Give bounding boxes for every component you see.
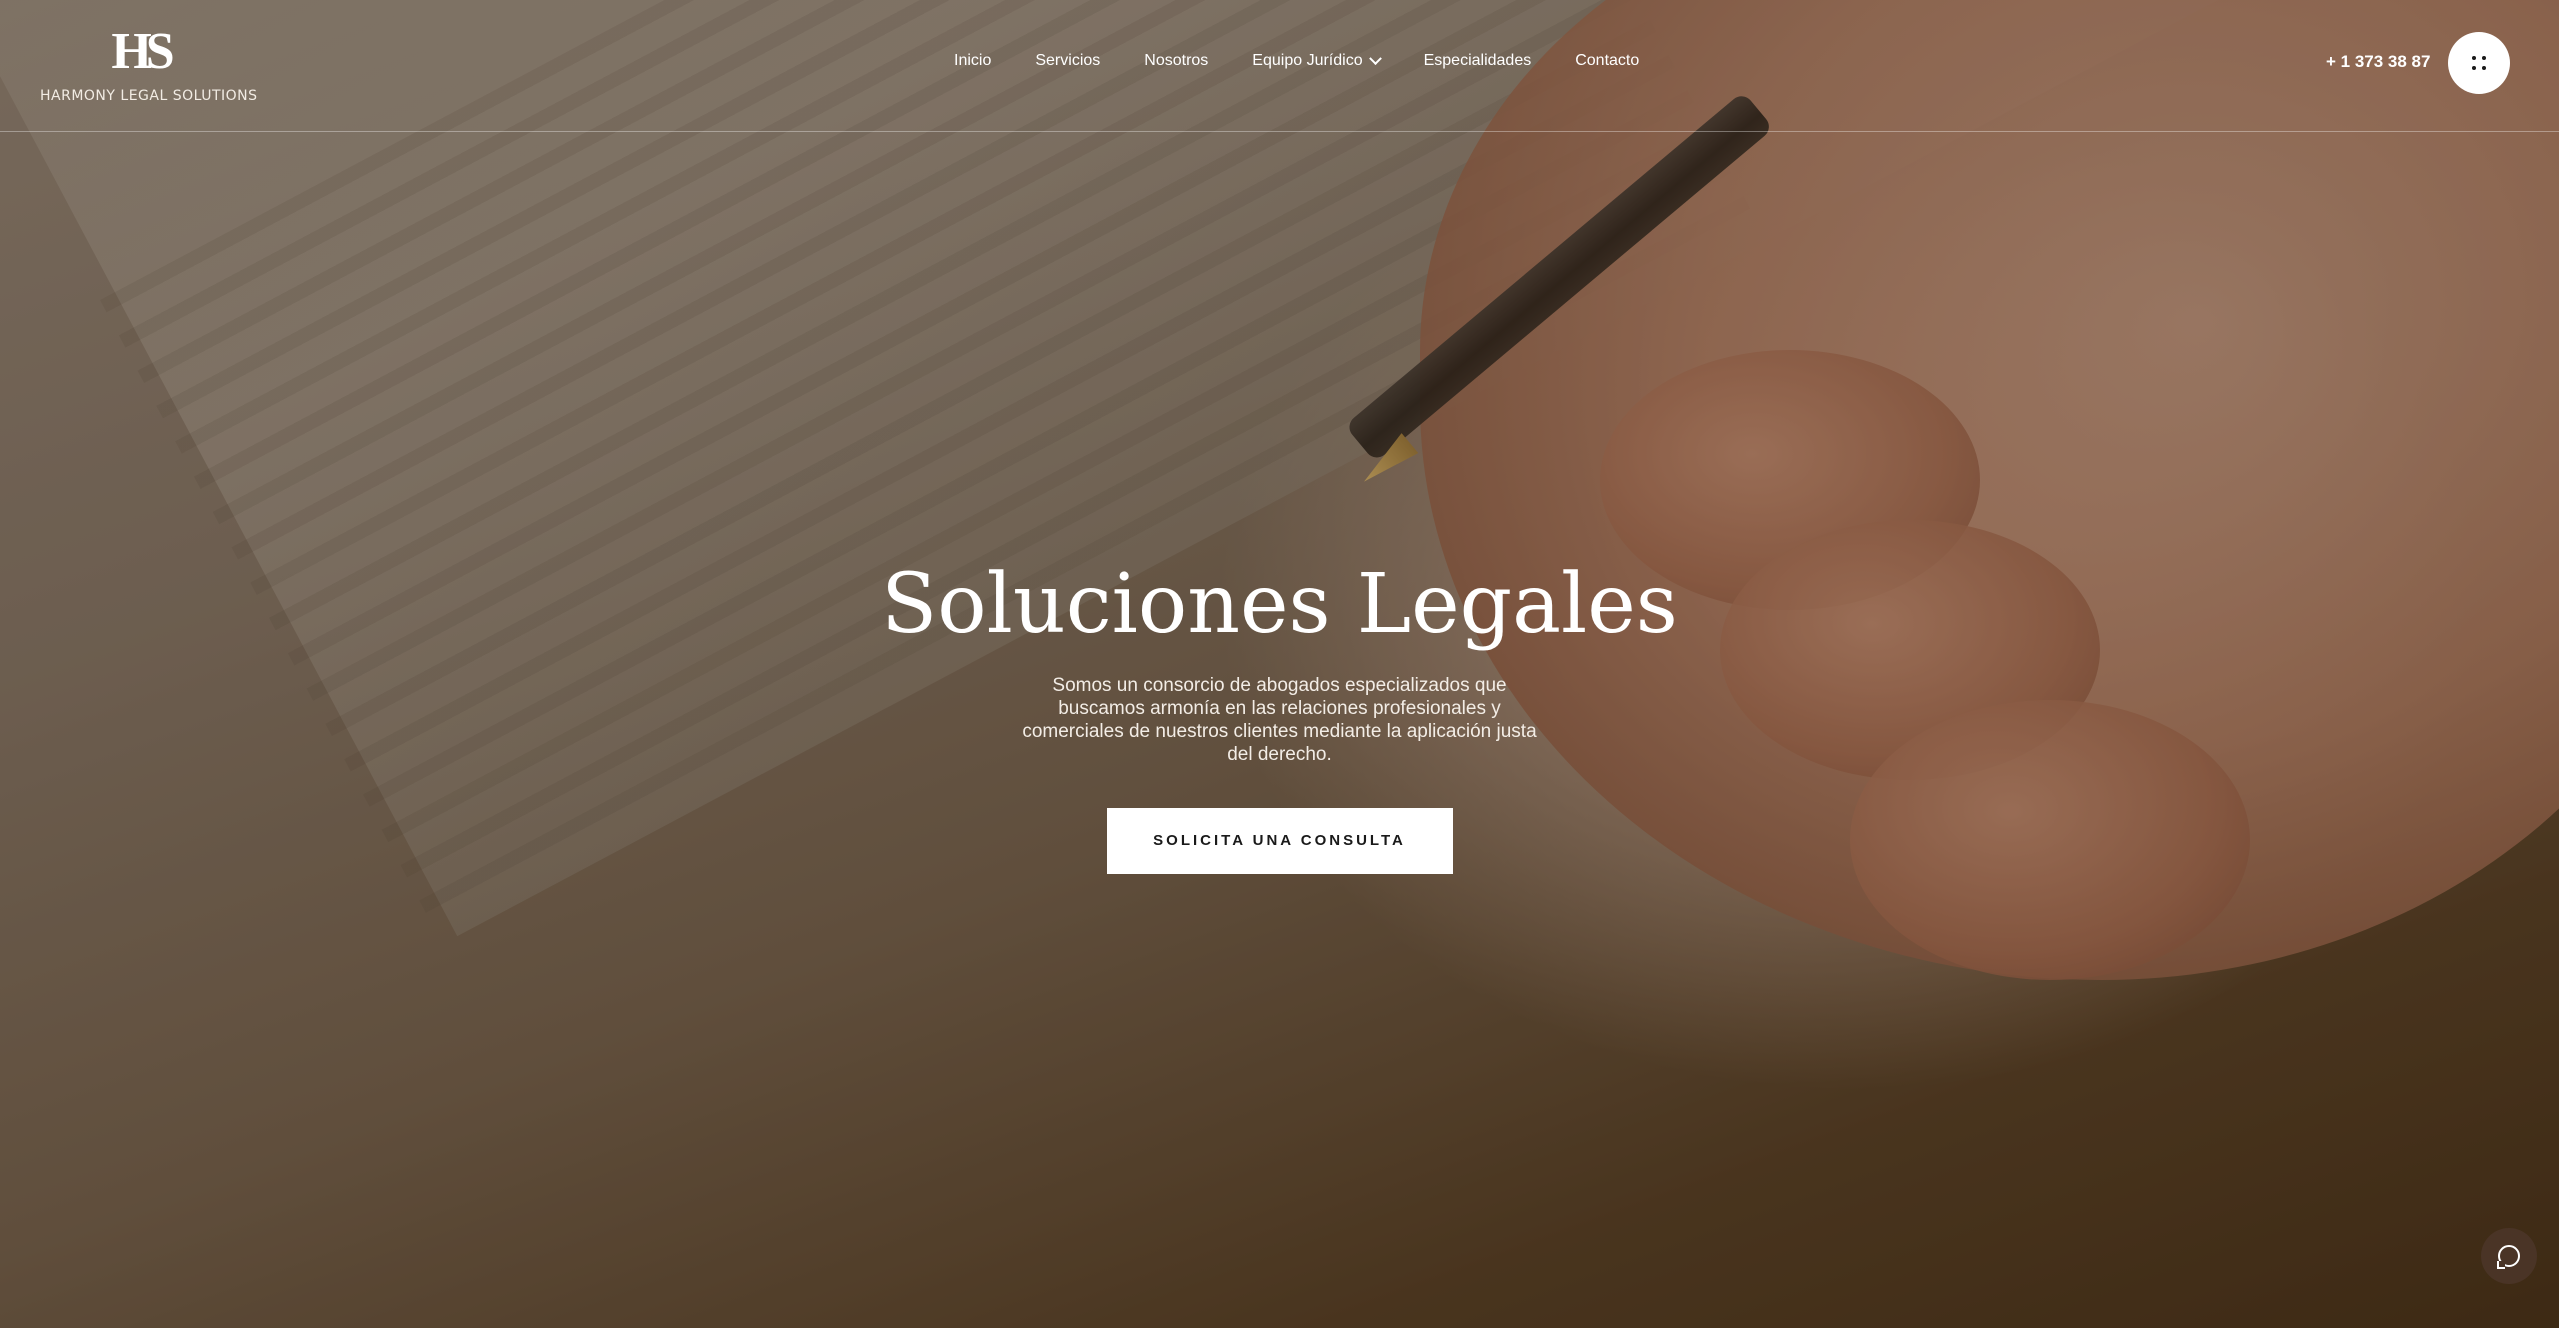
site-header: HS HARMONY LEGAL SOLUTIONS Inicio Servic… [0,0,2559,132]
phone-link[interactable]: + 1 373 38 87 [2326,52,2430,72]
menu-button[interactable] [2448,32,2510,94]
nav-item-contacto[interactable]: Contacto [1575,52,1639,70]
main-nav: Inicio Servicios Nosotros Equipo Jurídic… [954,51,1683,70]
hero-subtitle: Somos un consorcio de abogados especiali… [1022,675,1537,765]
logo-mark: HS [111,23,174,80]
logo-text: HARMONY LEGAL SOLUTIONS [40,88,258,104]
nav-item-equipo-juridico[interactable]: Equipo Jurídico [1252,51,1382,70]
nav-item-inicio[interactable]: Inicio [954,52,991,70]
logo[interactable]: HS HARMONY LEGAL SOLUTIONS [40,23,258,105]
chat-button[interactable] [2481,1228,2537,1284]
nav-item-equipo-juridico-label: Equipo Jurídico [1252,52,1363,69]
chevron-down-icon [1368,51,1382,65]
hero-section: HS HARMONY LEGAL SOLUTIONS Inicio Servic… [0,0,2559,1328]
nav-item-especialidades[interactable]: Especialidades [1424,52,1532,70]
nav-item-servicios[interactable]: Servicios [1035,52,1100,70]
nav-item-nosotros[interactable]: Nosotros [1144,52,1208,70]
hero-title: Soluciones Legales [881,557,1678,652]
hero-content: Soluciones Legales Somos un consorcio de… [0,550,2559,874]
consultation-button[interactable]: SOLICITA UNA CONSULTA [1106,808,1453,874]
